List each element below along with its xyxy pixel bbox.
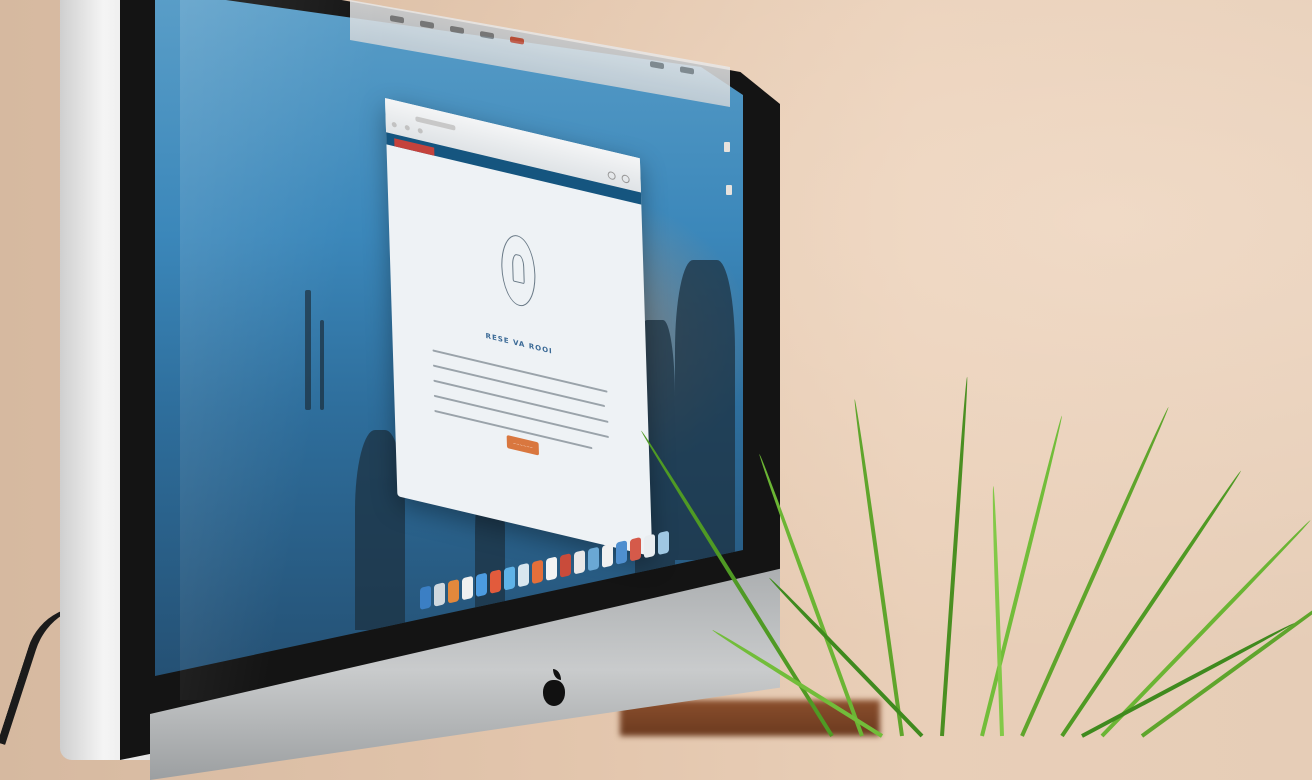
grass-blade	[1081, 621, 1295, 738]
grass-blade	[711, 628, 884, 738]
dock-app-icon[interactable]	[532, 559, 543, 585]
close-button[interactable]	[391, 121, 397, 128]
potted-grass-plant	[639, 360, 1312, 738]
dock-app-icon[interactable]	[658, 530, 669, 556]
menu-item[interactable]	[480, 30, 494, 40]
desktop-file-icon[interactable]	[724, 142, 730, 152]
dock-app-icon[interactable]	[420, 585, 431, 610]
app-logo-icon	[500, 231, 537, 310]
dock-app-icon[interactable]	[546, 556, 557, 581]
dock-app-icon[interactable]	[448, 578, 459, 604]
reload-icon[interactable]	[607, 170, 616, 181]
tree-silhouette	[305, 290, 311, 410]
status-icon[interactable]	[650, 60, 664, 70]
dock-app-icon[interactable]	[518, 562, 529, 588]
dialog-heading: RESE VA ROOI	[485, 331, 553, 356]
apple-logo-icon	[543, 680, 565, 706]
menu-icon[interactable]	[621, 173, 630, 184]
dock-app-icon[interactable]	[490, 569, 501, 594]
menu-item[interactable]	[390, 15, 404, 24]
zoom-button[interactable]	[417, 127, 424, 135]
minimize-button[interactable]	[404, 124, 410, 131]
menu-item[interactable]	[450, 25, 464, 35]
grass-blade	[980, 415, 1064, 737]
status-icon[interactable]	[680, 66, 694, 75]
logo-glyph	[511, 253, 525, 285]
grass-blade	[940, 376, 970, 737]
dock-app-icon[interactable]	[588, 546, 599, 572]
dock-app-icon[interactable]	[630, 536, 641, 562]
dock-app-icon[interactable]	[434, 582, 445, 607]
dock-app-icon[interactable]	[462, 575, 473, 601]
menu-item[interactable]	[420, 20, 434, 29]
menu-item[interactable]	[510, 36, 524, 45]
dock-app-icon[interactable]	[616, 540, 627, 565]
dock-app-icon[interactable]	[504, 566, 515, 591]
dock-app-icon[interactable]	[574, 549, 585, 575]
dock-app-icon[interactable]	[644, 533, 655, 559]
dock-app-icon[interactable]	[560, 553, 571, 578]
grass-blade	[852, 399, 904, 737]
desktop-file-icon[interactable]	[726, 185, 732, 195]
tree-silhouette	[320, 320, 324, 410]
dock-app-icon[interactable]	[602, 543, 613, 568]
dock-app-icon[interactable]	[476, 572, 487, 598]
